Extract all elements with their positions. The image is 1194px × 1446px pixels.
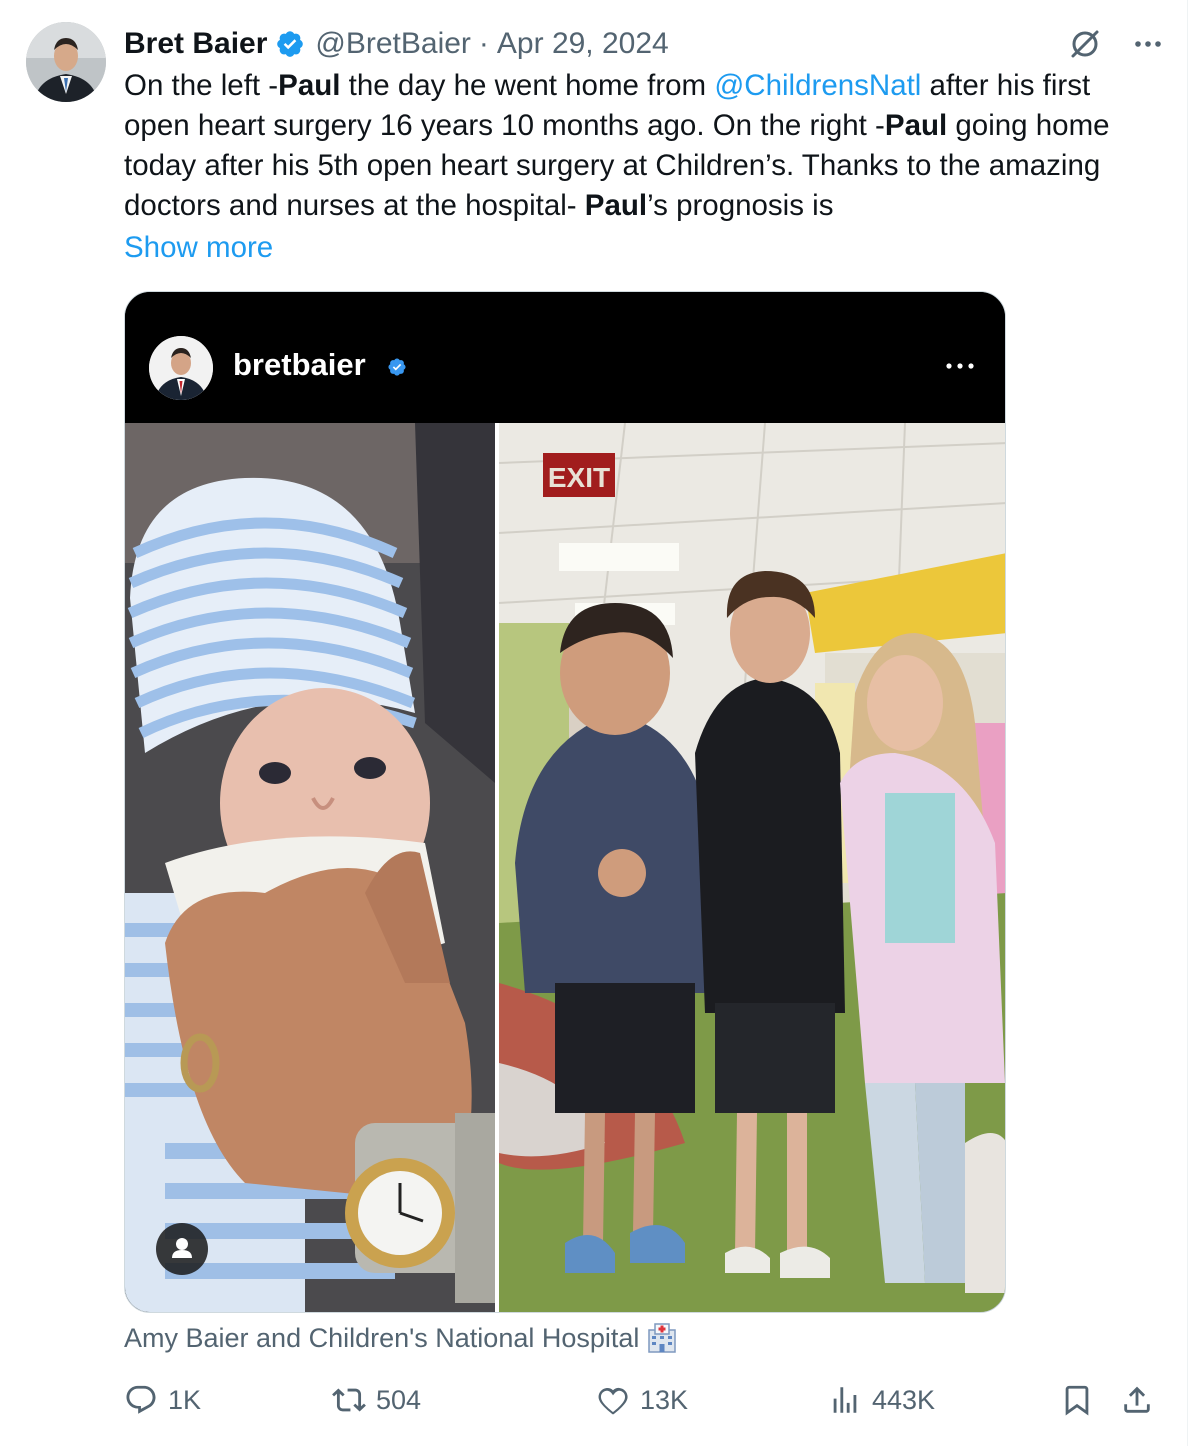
reply-button[interactable]: 1K — [124, 1376, 201, 1424]
instagram-avatar — [149, 336, 213, 400]
reply-icon — [126, 1385, 156, 1414]
more-icon[interactable] — [1132, 28, 1164, 60]
exit-sign: EXIT — [548, 462, 610, 493]
verified-badge-icon[interactable] — [275, 29, 305, 59]
author-display-name[interactable]: Bret Baier — [124, 27, 267, 61]
bookmark-button[interactable] — [1060, 1376, 1094, 1424]
tweet-text-part: On the left - — [124, 69, 279, 102]
author-avatar[interactable] — [26, 22, 106, 102]
instagram-username: bretbaier — [233, 347, 366, 382]
tweet-text: On the left -Paul the day he went home f… — [124, 66, 1164, 226]
views-count: 443K — [872, 1384, 936, 1415]
media-card[interactable]: bretbaier EXIT — [124, 291, 1006, 1313]
heart-icon — [598, 1387, 628, 1415]
tweet-text-part: ’s prognosis is — [647, 189, 834, 222]
grok-icon[interactable] — [1068, 27, 1102, 61]
tweet-header: Bret Baier @BretBaier · Apr 29, 2024 — [124, 24, 1164, 64]
mention-link[interactable]: @ChildrensNatl — [714, 69, 921, 102]
repost-count: 504 — [376, 1384, 422, 1415]
tagged-users-icon[interactable] — [156, 1223, 208, 1275]
author-handle[interactable]: @BretBaier — [315, 27, 471, 61]
action-bar: 1K 504 13K 443K — [124, 1376, 1164, 1424]
repost-button[interactable]: 504 — [332, 1376, 421, 1424]
views-button[interactable]: 443K — [828, 1376, 935, 1424]
like-button[interactable]: 13K — [596, 1376, 688, 1424]
hospital-icon — [645, 1321, 679, 1355]
instagram-more-icon — [943, 354, 977, 378]
tweet-text-bold: Paul — [584, 189, 648, 222]
tweet-text-part: the day he went home from — [340, 69, 715, 102]
family-in-hospital-hallway-photo: EXIT — [498, 422, 1005, 1312]
photo-collage[interactable]: EXIT — [125, 422, 1005, 1312]
share-icon — [1124, 1386, 1150, 1413]
media-caption: Amy Baier and Children's National Hospit… — [124, 1318, 679, 1358]
instagram-post-header: bretbaier — [125, 292, 1005, 423]
show-more-link[interactable]: Show more — [124, 228, 273, 268]
like-count: 13K — [640, 1384, 689, 1415]
tweet-text-bold: Paul — [278, 69, 341, 102]
instagram-verified-icon — [387, 357, 407, 377]
repost-icon — [332, 1388, 366, 1412]
reply-count: 1K — [168, 1384, 202, 1415]
tweet: Bret Baier @BretBaier · Apr 29, 2024 On … — [0, 0, 1194, 1446]
share-button[interactable] — [1120, 1376, 1154, 1424]
baby-in-striped-hat-photo — [125, 423, 495, 1312]
tweet-date[interactable]: Apr 29, 2024 — [497, 27, 669, 61]
caption-text[interactable]: Amy Baier and Children's National Hospit… — [124, 1318, 639, 1358]
tweet-text-bold: Paul — [884, 109, 948, 142]
header-separator: · — [478, 27, 489, 60]
views-chart-icon — [833, 1387, 857, 1413]
bookmark-icon — [1065, 1385, 1089, 1416]
